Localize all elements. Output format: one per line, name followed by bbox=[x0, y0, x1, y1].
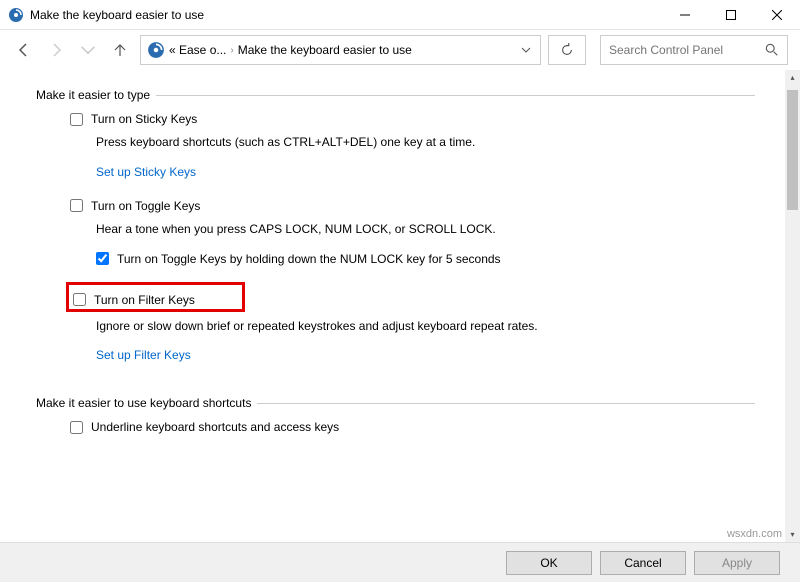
sticky-keys-row: Turn on Sticky Keys bbox=[70, 112, 755, 126]
forward-button[interactable] bbox=[44, 38, 68, 62]
toggle-keys-numlock-checkbox[interactable] bbox=[96, 252, 109, 265]
back-button[interactable] bbox=[12, 38, 36, 62]
app-icon bbox=[8, 7, 24, 23]
scroll-up-icon[interactable]: ▴ bbox=[785, 70, 800, 85]
recent-dropdown-icon[interactable] bbox=[76, 38, 100, 62]
button-bar: OK Cancel Apply bbox=[0, 542, 800, 582]
search-icon[interactable] bbox=[765, 43, 779, 57]
chevron-right-icon[interactable]: › bbox=[230, 45, 233, 56]
titlebar: Make the keyboard easier to use bbox=[0, 0, 800, 30]
minimize-button[interactable] bbox=[662, 0, 708, 29]
window-title: Make the keyboard easier to use bbox=[30, 8, 662, 22]
sticky-keys-link[interactable]: Set up Sticky Keys bbox=[96, 165, 755, 179]
toggle-keys-subrow: Turn on Toggle Keys by holding down the … bbox=[96, 252, 755, 266]
sticky-keys-desc: Press keyboard shortcuts (such as CTRL+A… bbox=[96, 134, 755, 151]
window-controls bbox=[662, 0, 800, 29]
address-dropdown-icon[interactable] bbox=[518, 45, 534, 55]
toggle-keys-row: Turn on Toggle Keys bbox=[70, 199, 755, 213]
toggle-keys-checkbox[interactable] bbox=[70, 199, 83, 212]
toggle-keys-label[interactable]: Turn on Toggle Keys bbox=[91, 199, 200, 213]
navbar: « Ease o... › Make the keyboard easier t… bbox=[0, 30, 800, 70]
scroll-down-icon[interactable]: ▾ bbox=[785, 527, 800, 542]
content-area: Make it easier to type Turn on Sticky Ke… bbox=[0, 70, 785, 542]
sticky-keys-checkbox[interactable] bbox=[70, 113, 83, 126]
address-bar[interactable]: « Ease o... › Make the keyboard easier t… bbox=[140, 35, 541, 65]
filter-keys-highlight: Turn on Filter Keys bbox=[66, 282, 245, 312]
breadcrumb-seg-2[interactable]: Make the keyboard easier to use bbox=[238, 43, 412, 57]
watermark: wsxdn.com bbox=[727, 528, 782, 540]
search-box[interactable] bbox=[600, 35, 788, 65]
search-input[interactable] bbox=[609, 43, 765, 57]
up-button[interactable] bbox=[108, 38, 132, 62]
scroll-thumb[interactable] bbox=[787, 90, 798, 210]
section-legend: Make it easier to type bbox=[36, 88, 156, 102]
sticky-keys-label[interactable]: Turn on Sticky Keys bbox=[91, 112, 197, 126]
breadcrumb-seg-1[interactable]: « Ease o... bbox=[169, 43, 226, 57]
maximize-button[interactable] bbox=[708, 0, 754, 29]
filter-keys-link[interactable]: Set up Filter Keys bbox=[96, 348, 755, 362]
underline-shortcuts-label[interactable]: Underline keyboard shortcuts and access … bbox=[91, 420, 339, 434]
filter-keys-checkbox[interactable] bbox=[73, 293, 86, 306]
filter-keys-label[interactable]: Turn on Filter Keys bbox=[94, 293, 195, 307]
vertical-scrollbar[interactable]: ▴ ▾ bbox=[785, 70, 800, 542]
underline-shortcuts-row: Underline keyboard shortcuts and access … bbox=[70, 420, 755, 434]
toggle-keys-desc: Hear a tone when you press CAPS LOCK, NU… bbox=[96, 221, 755, 238]
underline-shortcuts-checkbox[interactable] bbox=[70, 421, 83, 434]
section-keyboard-shortcuts: Make it easier to use keyboard shortcuts… bbox=[36, 396, 755, 442]
filter-keys-row: Turn on Filter Keys bbox=[73, 293, 238, 307]
apply-button[interactable]: Apply bbox=[694, 551, 780, 575]
filter-keys-desc: Ignore or slow down brief or repeated ke… bbox=[96, 318, 755, 335]
section-legend-2: Make it easier to use keyboard shortcuts bbox=[36, 396, 257, 410]
close-button[interactable] bbox=[754, 0, 800, 29]
location-icon bbox=[147, 41, 165, 59]
section-make-easier-to-type: Make it easier to type Turn on Sticky Ke… bbox=[36, 88, 755, 382]
ok-button[interactable]: OK bbox=[506, 551, 592, 575]
refresh-button[interactable] bbox=[548, 35, 586, 65]
cancel-button[interactable]: Cancel bbox=[600, 551, 686, 575]
toggle-keys-numlock-label[interactable]: Turn on Toggle Keys by holding down the … bbox=[117, 252, 501, 266]
